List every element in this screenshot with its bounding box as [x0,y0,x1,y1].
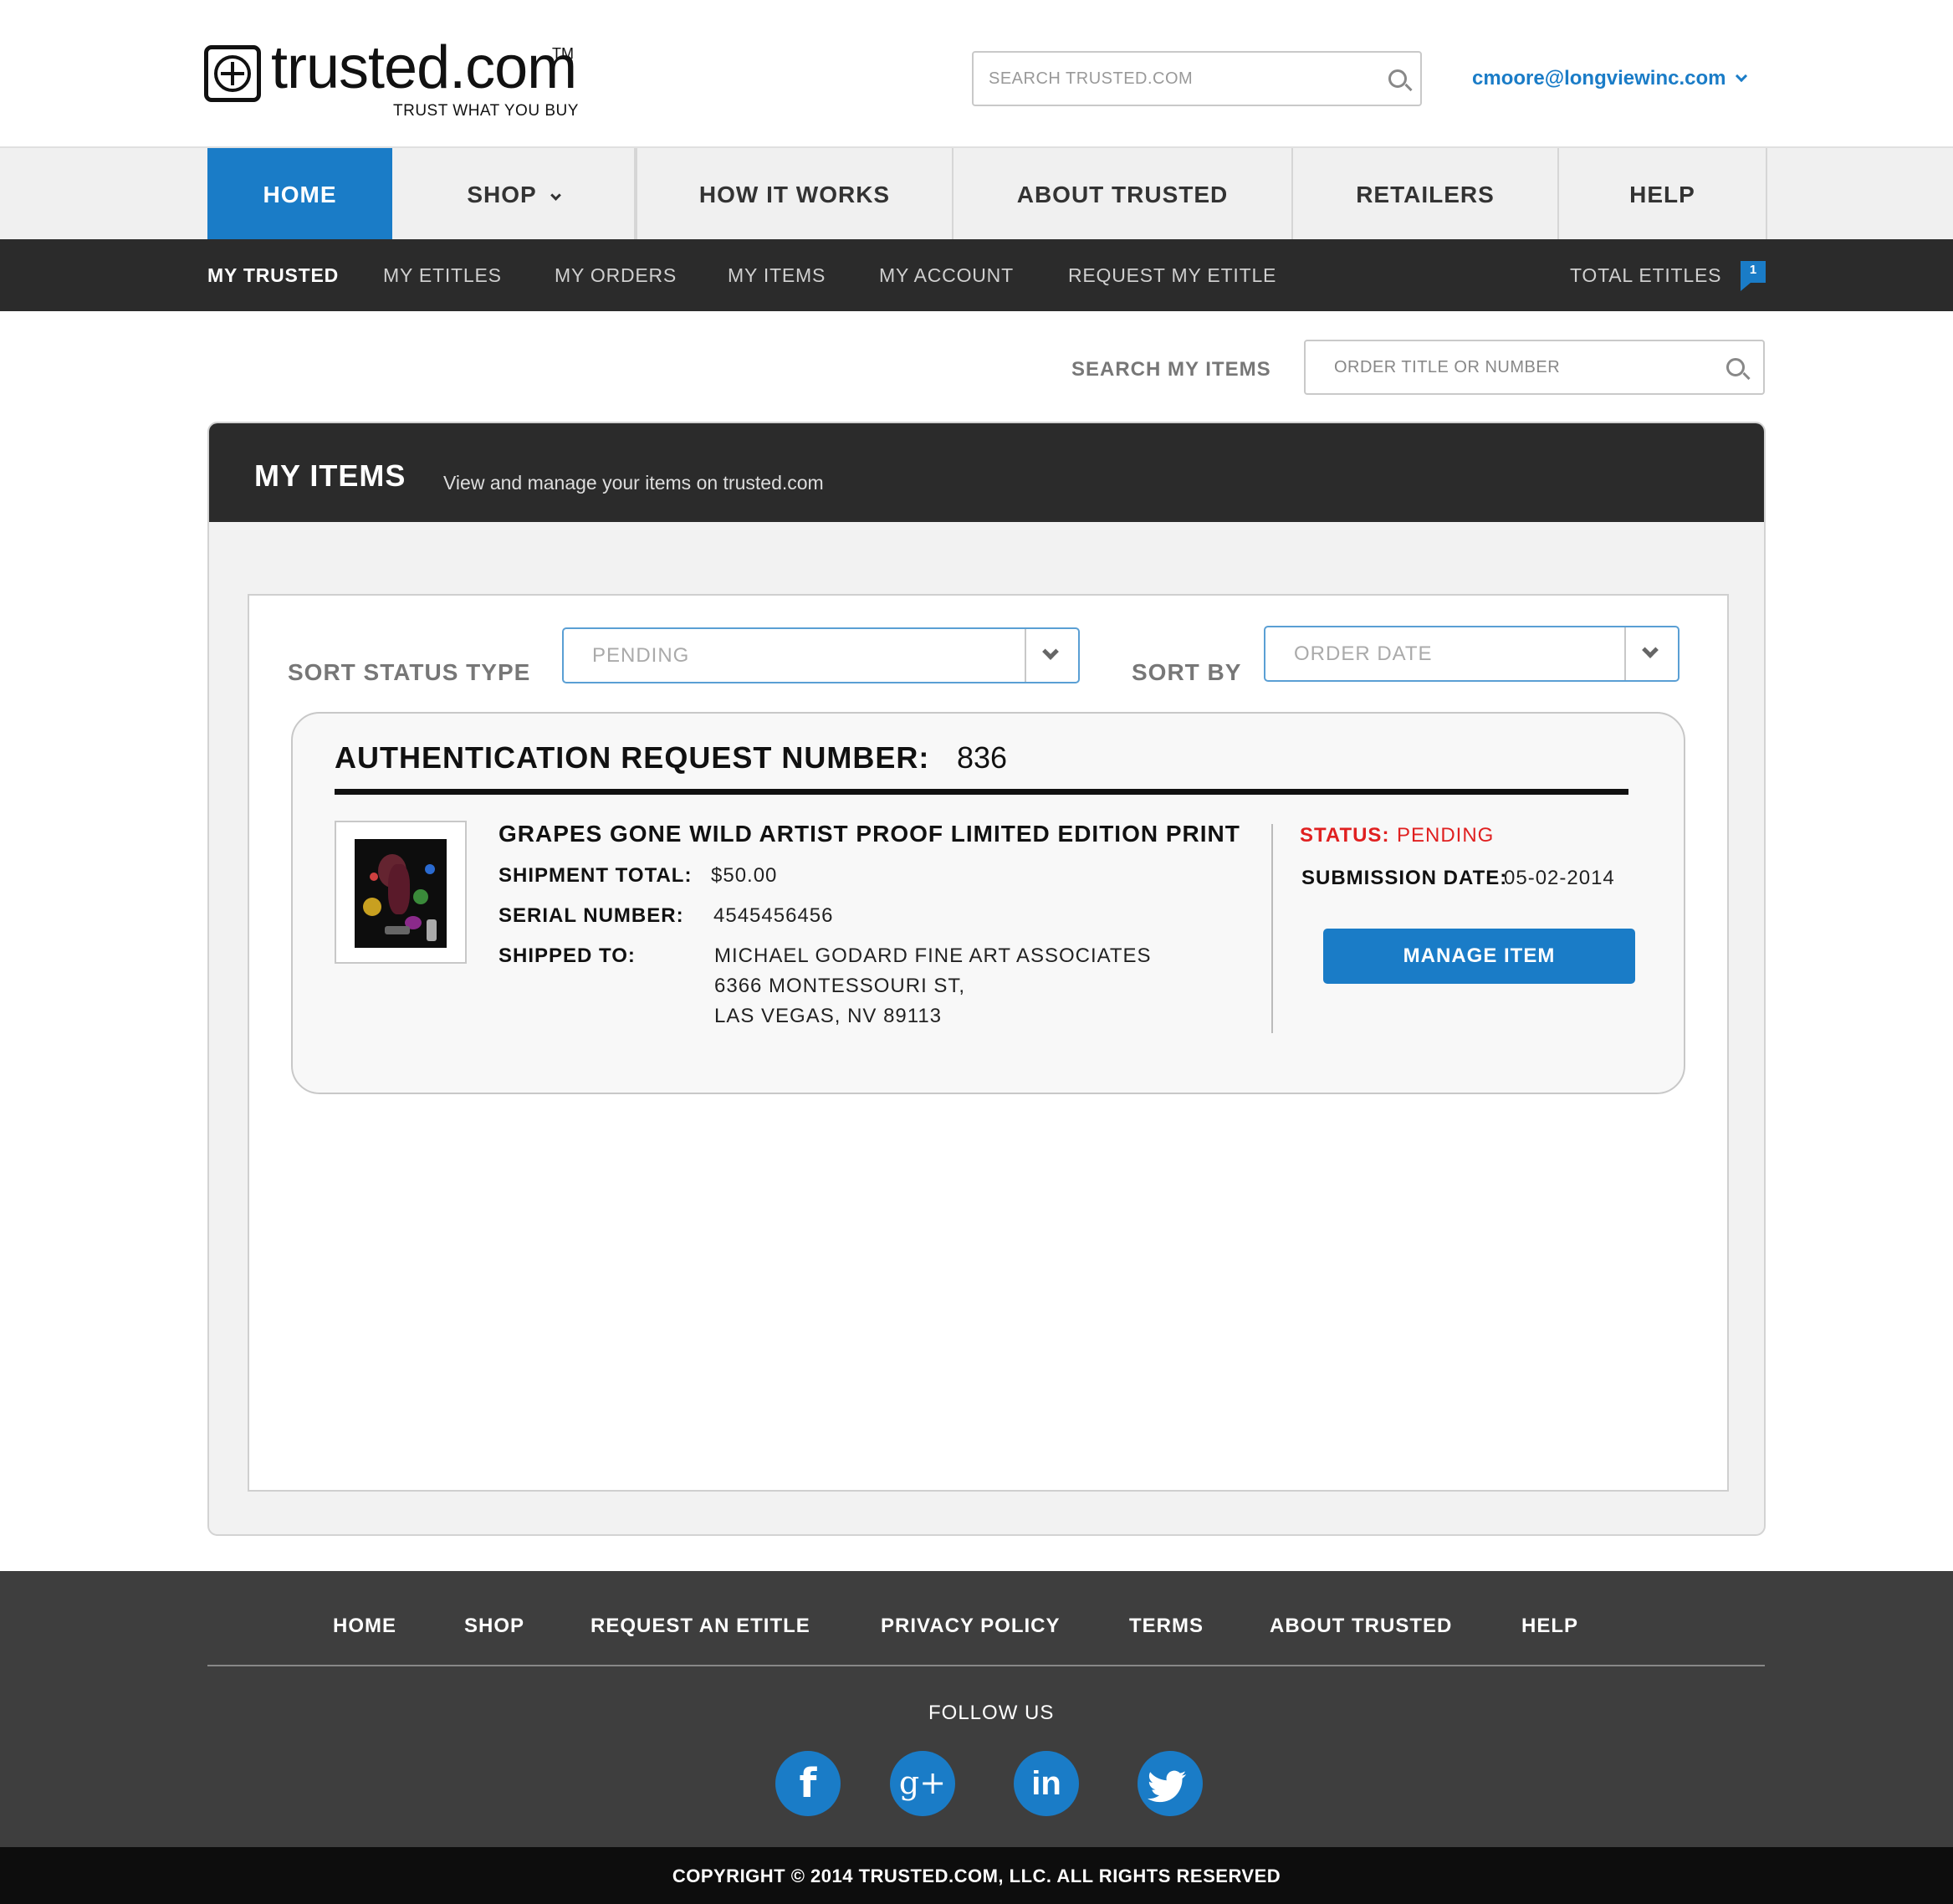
logo-tagline: TRUST WHAT YOU BUY [393,102,579,120]
address-line-2: 6366 MONTESSOURI ST, [714,975,966,997]
submission-date-value: 05-02-2014 [1504,867,1615,889]
footer-divider [207,1665,1765,1666]
subnav-my-items[interactable]: MY ITEMS [728,239,826,311]
nav-how-it-works[interactable]: HOW IT WORKS [636,148,953,241]
total-etitles-link[interactable]: TOTAL ETITLES [1570,239,1721,311]
nav-help[interactable]: HELP [1559,148,1767,241]
nav-home[interactable]: HOME [207,148,392,241]
item-thumbnail[interactable] [335,821,467,964]
card-divider [335,789,1628,795]
trusted-logo[interactable]: trusted.com TM TRUST WHAT YOU BUY [204,34,580,131]
copyright-text: COPYRIGHT © 2014 TRUSTED.COM, LLC. ALL R… [672,1866,1281,1886]
manage-item-button[interactable]: MANAGE ITEM [1323,929,1635,984]
address-line-3: LAS VEGAS, NV 89113 [714,1005,943,1027]
chevron-down-icon [1042,643,1059,660]
etitle-count-badge: 1 [1741,261,1766,291]
page-title: MY ITEMS [254,458,406,493]
footer-link-privacy-policy[interactable]: PRIVACY POLICY [881,1615,1060,1638]
footer-link-about-trusted[interactable]: ABOUT TRUSTED [1270,1615,1452,1638]
item-title[interactable]: GRAPES GONE WILD ARTIST PROOF LIMITED ED… [498,821,1240,847]
user-account-menu[interactable]: cmoore@longviewinc.com [1472,67,1748,90]
footer-link-home[interactable]: HOME [333,1615,396,1638]
nav-shop[interactable]: SHOP [392,148,636,241]
sort-status-select[interactable]: PENDING [562,627,1080,683]
items-search-input[interactable] [1334,351,1702,383]
sort-by-dropdown-button[interactable] [1624,627,1678,680]
address-line-1: MICHAEL GODARD FINE ART ASSOCIATES [714,944,1152,967]
nav-retailers[interactable]: RETAILERS [1293,148,1559,241]
page-subtitle: View and manage your items on trusted.co… [443,472,824,494]
status-badge: PENDING [1397,824,1495,847]
main-navigation: HOME SHOP HOW IT WORKS ABOUT TRUSTED RET… [0,146,1953,241]
twitter-icon[interactable] [1138,1751,1203,1816]
nav-about-trusted[interactable]: ABOUT TRUSTED [953,148,1293,241]
items-list-container: SORT STATUS TYPE PENDING SORT BY ORDER D… [248,594,1729,1492]
request-number-label: AUTHENTICATION REQUEST NUMBER: [335,740,930,775]
footer-link-request-etitle[interactable]: REQUEST AN ETITLE [591,1615,810,1638]
subnav-my-trusted[interactable]: MY TRUSTED [207,239,339,311]
twitter-bird-icon [1147,1770,1187,1803]
subnav-my-etitles[interactable]: MY ETITLES [383,239,502,311]
sort-by-value: ORDER DATE [1294,642,1433,665]
logo-mark-icon [204,45,261,102]
serial-number-value: 4545456456 [713,904,834,927]
site-search-input[interactable] [989,63,1357,95]
request-number: 836 [957,740,1008,775]
shipment-total-label: SHIPMENT TOTAL: [498,864,693,887]
sort-status-label: SORT STATUS TYPE [288,659,531,685]
sort-by-select[interactable]: ORDER DATE [1264,626,1679,682]
logo-trademark: TM [552,45,574,62]
items-search-box [1304,340,1765,395]
submission-date-label: SUBMISSION DATE: [1301,867,1508,889]
search-icon[interactable] [1726,358,1745,376]
site-header: trusted.com TM TRUST WHAT YOU BUY cmoore… [0,0,1953,146]
facebook-icon[interactable]: f [775,1751,841,1816]
my-items-panel: MY ITEMS View and manage your items on t… [207,422,1766,1536]
footer-link-terms[interactable]: TERMS [1129,1615,1204,1638]
serial-number-label: SERIAL NUMBER: [498,904,684,927]
footer-link-help[interactable]: HELP [1521,1615,1578,1638]
copyright-bar: COPYRIGHT © 2014 TRUSTED.COM, LLC. ALL R… [0,1847,1953,1904]
search-my-items-label: SEARCH MY ITEMS [1071,358,1271,381]
shipped-to-label: SHIPPED TO: [498,944,636,967]
chevron-down-icon [1736,69,1748,83]
artwork-image [355,839,447,948]
site-search-box [972,51,1422,106]
linkedin-icon[interactable]: in [1014,1751,1079,1816]
sort-status-value: PENDING [592,644,690,667]
subnav-my-orders[interactable]: MY ORDERS [555,239,677,311]
subnav-request-my-etitle[interactable]: REQUEST MY ETITLE [1068,239,1276,311]
user-email: cmoore@longviewinc.com [1472,67,1726,90]
subnav-my-account[interactable]: MY ACCOUNT [879,239,1014,311]
follow-us-label: FOLLOW US [928,1702,1055,1724]
sort-status-dropdown-button[interactable] [1025,629,1078,682]
shipment-total-value: $50.00 [711,864,778,887]
footer-link-shop[interactable]: SHOP [464,1615,524,1638]
account-subnav: MY TRUSTED MY ETITLES MY ORDERS MY ITEMS… [0,239,1953,311]
logo-wordmark: trusted.com [271,34,577,101]
site-footer: HOME SHOP REQUEST AN ETITLE PRIVACY POLI… [0,1571,1953,1847]
status-label: STATUS: [1300,824,1390,847]
authentication-request-card: AUTHENTICATION REQUEST NUMBER: 836 GRAPE… [291,712,1685,1094]
chevron-down-icon [1642,642,1659,658]
sort-by-label: SORT BY [1132,659,1242,685]
google-plus-icon[interactable]: g+ [890,1751,955,1816]
vertical-divider [1271,824,1273,1033]
search-icon[interactable] [1388,69,1407,88]
chevron-down-icon [550,190,561,201]
panel-header: MY ITEMS View and manage your items on t… [209,423,1764,522]
